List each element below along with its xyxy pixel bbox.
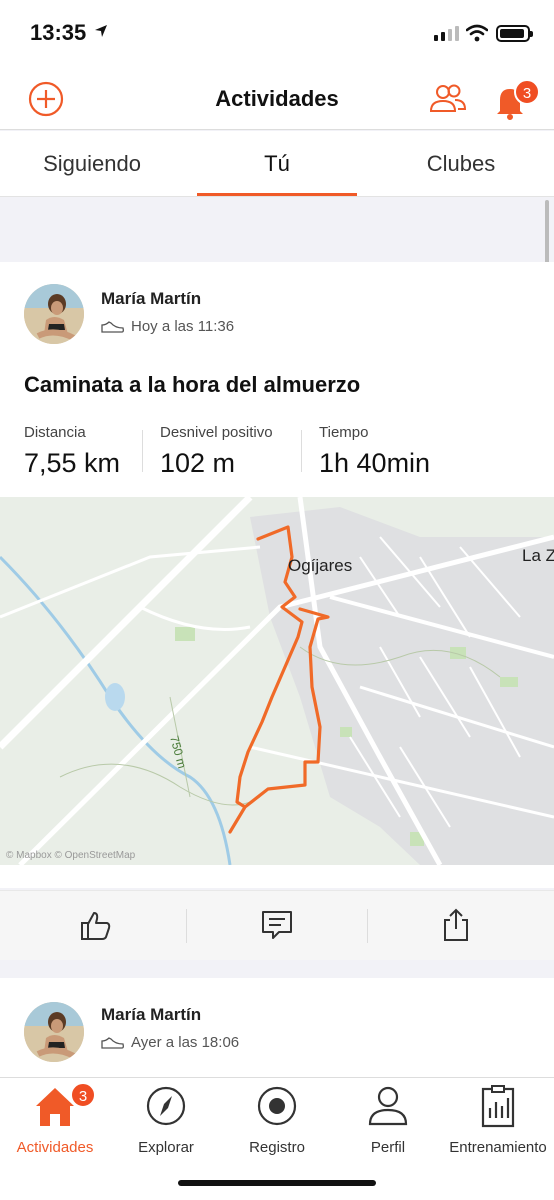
stat-divider xyxy=(301,430,302,472)
tabbar-label: Perfil xyxy=(370,1139,406,1156)
active-tab-indicator xyxy=(197,193,357,196)
nav-bar: Actividades xyxy=(0,66,554,130)
tabbar-label: Entrenamiento xyxy=(449,1139,547,1156)
action-divider xyxy=(367,909,368,943)
activity-time: Hoy a las 11:36 xyxy=(101,318,234,335)
route-map[interactable]: Ogíjares La Z 750 m xyxy=(0,497,554,865)
activity-card[interactable]: María Martín Hoy a las 11:36 Caminata a … xyxy=(0,262,554,888)
activity-time-text: Ayer a las 18:06 xyxy=(131,1034,240,1051)
tabbar-item-registro[interactable]: Registro xyxy=(222,1084,332,1156)
tab-siguiendo[interactable]: Siguiendo xyxy=(0,151,184,177)
find-friends-button[interactable] xyxy=(428,81,468,117)
kudos-button[interactable] xyxy=(78,907,114,943)
shoe-icon xyxy=(101,1036,124,1049)
activity-time: Ayer a las 18:06 xyxy=(101,1034,239,1051)
wifi-icon xyxy=(466,24,488,42)
stat-value-time: 1h 40min xyxy=(319,448,431,478)
profile-icon xyxy=(368,1086,408,1126)
athlete-name[interactable]: María Martín xyxy=(101,1005,201,1025)
stat-label-elevation: Desnivel positivo xyxy=(160,424,273,441)
activity-time-text: Hoy a las 11:36 xyxy=(131,318,235,335)
location-arrow-icon xyxy=(95,25,107,37)
activity-card[interactable]: María Martín Ayer a las 18:06 xyxy=(0,978,554,1078)
page-title: Actividades xyxy=(215,86,339,111)
feed-tabs: Siguiendo Tú Clubes xyxy=(0,131,554,197)
compass-icon xyxy=(146,1086,186,1126)
cellular-signal-icon xyxy=(434,26,459,41)
tabbar-item-perfil[interactable]: Perfil xyxy=(333,1084,443,1156)
training-icon xyxy=(481,1085,515,1128)
tabbar-label: Explorar xyxy=(138,1139,194,1156)
tabbar-label: Actividades xyxy=(16,1139,94,1156)
stat-label-distance: Distancia xyxy=(24,424,86,441)
stat-label-time: Tiempo xyxy=(319,424,369,441)
tabbar-label: Registro xyxy=(249,1139,305,1156)
tab-clubes[interactable]: Clubes xyxy=(369,151,553,177)
tab-tu[interactable]: Tú xyxy=(185,151,369,177)
tabbar-item-explorar[interactable]: Explorar xyxy=(111,1084,221,1156)
notification-badge: 3 xyxy=(514,79,540,105)
tabbar-item-entrenamiento[interactable]: Entrenamiento xyxy=(443,1084,553,1156)
status-bar: 13:35 xyxy=(0,0,554,66)
athlete-name[interactable]: María Martín xyxy=(101,289,201,309)
comment-button[interactable] xyxy=(259,907,295,943)
avatar[interactable] xyxy=(24,284,84,344)
stat-divider xyxy=(142,430,143,472)
action-divider xyxy=(186,909,187,943)
tabbar-item-actividades[interactable]: Actividades 3 xyxy=(0,1082,110,1156)
stat-value-distance: 7,55 km xyxy=(24,448,121,478)
share-button[interactable] xyxy=(438,907,474,943)
shoe-icon xyxy=(101,320,124,333)
map-town-label: Ogíjares xyxy=(288,556,352,575)
home-indicator[interactable] xyxy=(178,1180,376,1186)
record-icon xyxy=(257,1086,297,1126)
avatar[interactable] xyxy=(24,1002,84,1062)
activity-actions xyxy=(0,890,554,960)
stat-value-elevation: 102 m xyxy=(160,448,236,478)
map-attribution[interactable]: © Mapbox © OpenStreetMap xyxy=(6,850,135,861)
battery-icon xyxy=(496,25,533,42)
map-town-label-2: La Z xyxy=(522,546,554,565)
status-time: 13:35 xyxy=(30,20,87,45)
tabbar-badge: 3 xyxy=(70,1082,96,1108)
activity-title[interactable]: Caminata a la hora del almuerzo xyxy=(24,372,360,398)
